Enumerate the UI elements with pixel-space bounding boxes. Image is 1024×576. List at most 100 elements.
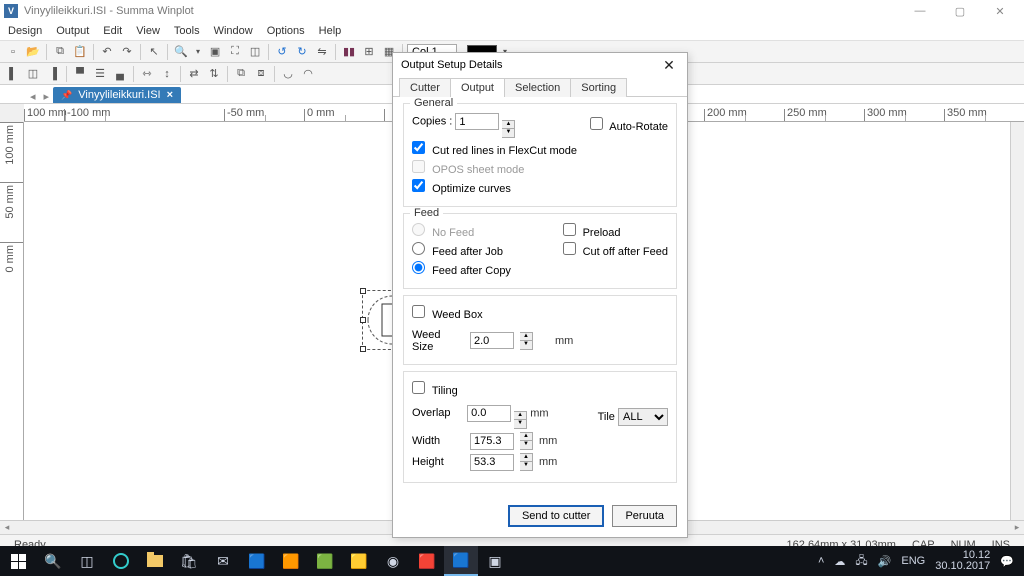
rotate-cw-icon[interactable]: ↻ [293,43,311,61]
edge-icon[interactable] [104,546,138,576]
flip-h-icon[interactable]: ⇄ [185,65,203,83]
tab-prev-icon[interactable]: ◂ [26,90,40,103]
store-icon[interactable]: 🛍 [172,546,206,576]
copy-icon[interactable]: ⧉ [51,43,69,61]
menu-help[interactable]: Help [319,25,342,37]
optimize-checkbox[interactable]: Optimize curves [412,179,511,195]
app-icon-5[interactable]: 🟥 [410,546,444,576]
tile-select[interactable]: ALL [618,408,668,426]
zoom-icon[interactable]: 🔍 [172,43,190,61]
open-icon[interactable]: 📂 [24,43,42,61]
weed-box-checkbox[interactable]: Weed Box [412,305,483,321]
file-tab[interactable]: 📌 Vinyylileikkuri.ISI × [53,87,181,103]
cutoff-checkbox[interactable]: Cut off after Feed [563,242,668,258]
menu-tools[interactable]: Tools [174,25,200,37]
overlap-spinner[interactable]: ▲▼ [514,411,527,429]
close-button[interactable]: ✕ [980,0,1020,22]
distribute-v-icon[interactable]: ↕ [158,65,176,83]
align-center-h-icon[interactable]: ◫ [24,65,42,83]
tiling-checkbox[interactable]: Tiling [412,381,458,397]
menu-edit[interactable]: Edit [103,25,122,37]
app-icon-3[interactable]: 🟩 [308,546,342,576]
copies-spinner[interactable]: ▲▼ [502,120,515,138]
scroll-right-icon[interactable]: ▸ [1010,522,1024,533]
height-input[interactable] [470,454,514,471]
dialog-titlebar[interactable]: Output Setup Details ✕ [393,53,687,77]
align-center-v-icon[interactable]: ☰ [91,65,109,83]
system-tray[interactable]: ˄ ☁ 🖧 🔊 ENG 10.12 30.10.2017 💬 [808,550,1024,572]
feed-after-job-radio[interactable]: Feed after Job [412,242,511,258]
mirror-icon[interactable]: ⇋ [313,43,331,61]
tray-lang[interactable]: ENG [901,555,925,567]
pointer-icon[interactable]: ↖ [145,43,163,61]
tab-output[interactable]: Output [450,78,505,97]
tab-next-icon[interactable]: ▸ [40,90,54,103]
tray-volume-icon[interactable]: 🔊 [878,555,892,568]
new-icon[interactable]: ▫ [4,43,22,61]
weed-size-input[interactable] [470,332,514,349]
tab-cutter[interactable]: Cutter [399,78,451,97]
mail-icon[interactable]: ✉ [206,546,240,576]
ungroup-icon[interactable]: ⧈ [252,65,270,83]
weed-size-spinner[interactable]: ▲▼ [520,332,533,350]
send-to-cutter-button[interactable]: Send to cutter [508,505,605,527]
flip-v-icon[interactable]: ⇅ [205,65,223,83]
app-icon-4[interactable]: 🟨 [342,546,376,576]
tray-network-icon[interactable]: 🖧 [855,552,867,571]
trim-icon[interactable]: ◠ [299,65,317,83]
rotate-ccw-icon[interactable]: ↺ [273,43,291,61]
menu-options[interactable]: Options [267,25,305,37]
align-top-icon[interactable]: ▀ [71,65,89,83]
chrome-icon[interactable]: ◉ [376,546,410,576]
menu-design[interactable]: Design [8,25,42,37]
distribute-h-icon[interactable]: ⇿ [138,65,156,83]
app-icon-6[interactable]: ▣ [478,546,512,576]
paste-icon[interactable]: 📋 [71,43,89,61]
zoom-dropdown-icon[interactable]: ▾ [192,47,204,56]
winplot-taskbar-icon[interactable]: 🟦 [444,546,478,576]
height-spinner[interactable]: ▲▼ [520,453,533,471]
tray-notifications-icon[interactable]: 💬 [1000,555,1014,568]
menu-output[interactable]: Output [56,25,89,37]
resize-handle[interactable] [360,346,366,352]
minimize-button[interactable]: — [900,0,940,22]
resize-handle[interactable] [360,317,366,323]
align-right-icon[interactable]: ▐ [44,65,62,83]
barcode-icon[interactable]: ▮▮ [340,43,358,61]
task-view-icon[interactable]: ◫ [70,546,104,576]
start-button[interactable] [0,546,36,576]
tab-sorting[interactable]: Sorting [570,78,627,97]
menu-window[interactable]: Window [214,25,253,37]
menu-view[interactable]: View [136,25,160,37]
cut-red-checkbox[interactable]: Cut red lines in FlexCut mode [412,141,577,157]
regmark-icon[interactable]: ⊞ [360,43,378,61]
app-icon-2[interactable]: 🟧 [274,546,308,576]
tray-clock[interactable]: 10.12 30.10.2017 [935,550,990,572]
group-icon[interactable]: ⧉ [232,65,250,83]
align-bottom-icon[interactable]: ▄ [111,65,129,83]
fit-icon[interactable]: ▣ [206,43,224,61]
zoom-page-icon[interactable]: ◫ [246,43,264,61]
copies-input[interactable] [455,113,499,130]
explorer-icon[interactable] [138,546,172,576]
feed-after-copy-radio[interactable]: Feed after Copy [412,261,511,277]
tray-chevron-icon[interactable]: ˄ [818,555,824,567]
redo-icon[interactable]: ↷ [118,43,136,61]
close-tab-icon[interactable]: × [167,89,173,101]
resize-handle[interactable] [360,288,366,294]
app-icon-1[interactable]: 🟦 [240,546,274,576]
preload-checkbox[interactable]: Preload [563,223,668,239]
cancel-button[interactable]: Peruuta [612,505,677,527]
width-input[interactable] [470,433,514,450]
undo-icon[interactable]: ↶ [98,43,116,61]
tray-cloud-icon[interactable]: ☁ [834,555,845,568]
overlap-input[interactable] [467,405,511,422]
width-spinner[interactable]: ▲▼ [520,432,533,450]
align-left-icon[interactable]: ▌ [4,65,22,83]
maximize-button[interactable]: ▢ [940,0,980,22]
zoom-sel-icon[interactable]: ⛶ [226,43,244,61]
scrollbar-vertical[interactable] [1010,122,1024,520]
search-icon[interactable]: 🔍 [36,546,70,576]
dialog-close-icon[interactable]: ✕ [659,57,679,74]
tab-selection[interactable]: Selection [504,78,571,97]
